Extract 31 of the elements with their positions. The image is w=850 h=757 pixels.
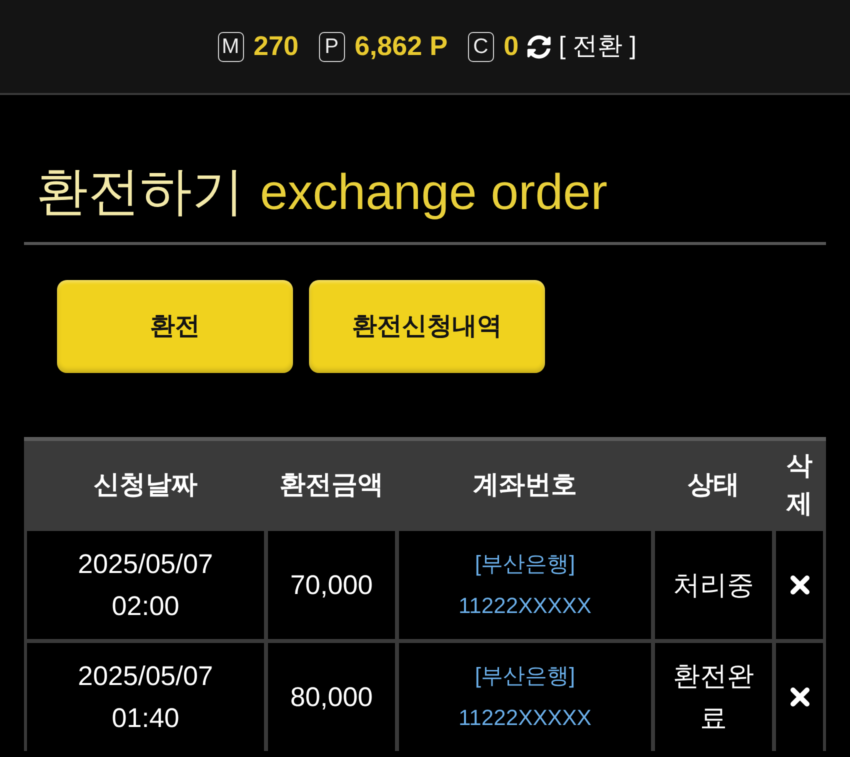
column-header: 계좌번호 [472,468,578,501]
column-header: 신청날짜 [92,468,198,501]
balance-amount: 6,862 P [354,33,448,60]
bank-name: [부산은행] [474,662,576,690]
switch-link[interactable]: [ 전환 ] [558,34,636,59]
time-text: 02:00 [112,590,180,623]
balance-amount: 0 [504,33,519,60]
refresh-icon[interactable] [526,34,551,58]
bank-name: [부산은행] [474,550,576,578]
currency-symbol: M [218,32,244,62]
column-header: 상태 [686,468,740,501]
balance-amount: 270 [254,33,299,60]
time-text: 01:40 [112,702,180,735]
status-text: 환전완료 [672,660,755,735]
status-text: 처리중 [673,569,754,602]
action-button[interactable]: 환전신청내역 [309,280,545,373]
close-icon[interactable] [790,687,810,707]
currency-symbol: C [468,32,494,62]
date-text: 2025/05/07 [78,660,214,693]
amount-text: 80,000 [290,681,373,714]
column-header: 환전금액 [278,468,384,501]
account-number: 11222XXXXX [458,592,592,620]
page-subtitle: exchange order [260,163,608,222]
column-header: 삭제 [785,449,814,520]
date-text: 2025/05/07 [78,548,214,581]
page-title: 환전하기 [36,162,244,222]
currency-symbol: P [318,32,345,62]
account-number: 11222XXXXX [458,704,592,732]
close-icon[interactable] [790,575,810,595]
amount-text: 70,000 [290,569,373,602]
action-button[interactable]: 환전 [57,280,293,373]
